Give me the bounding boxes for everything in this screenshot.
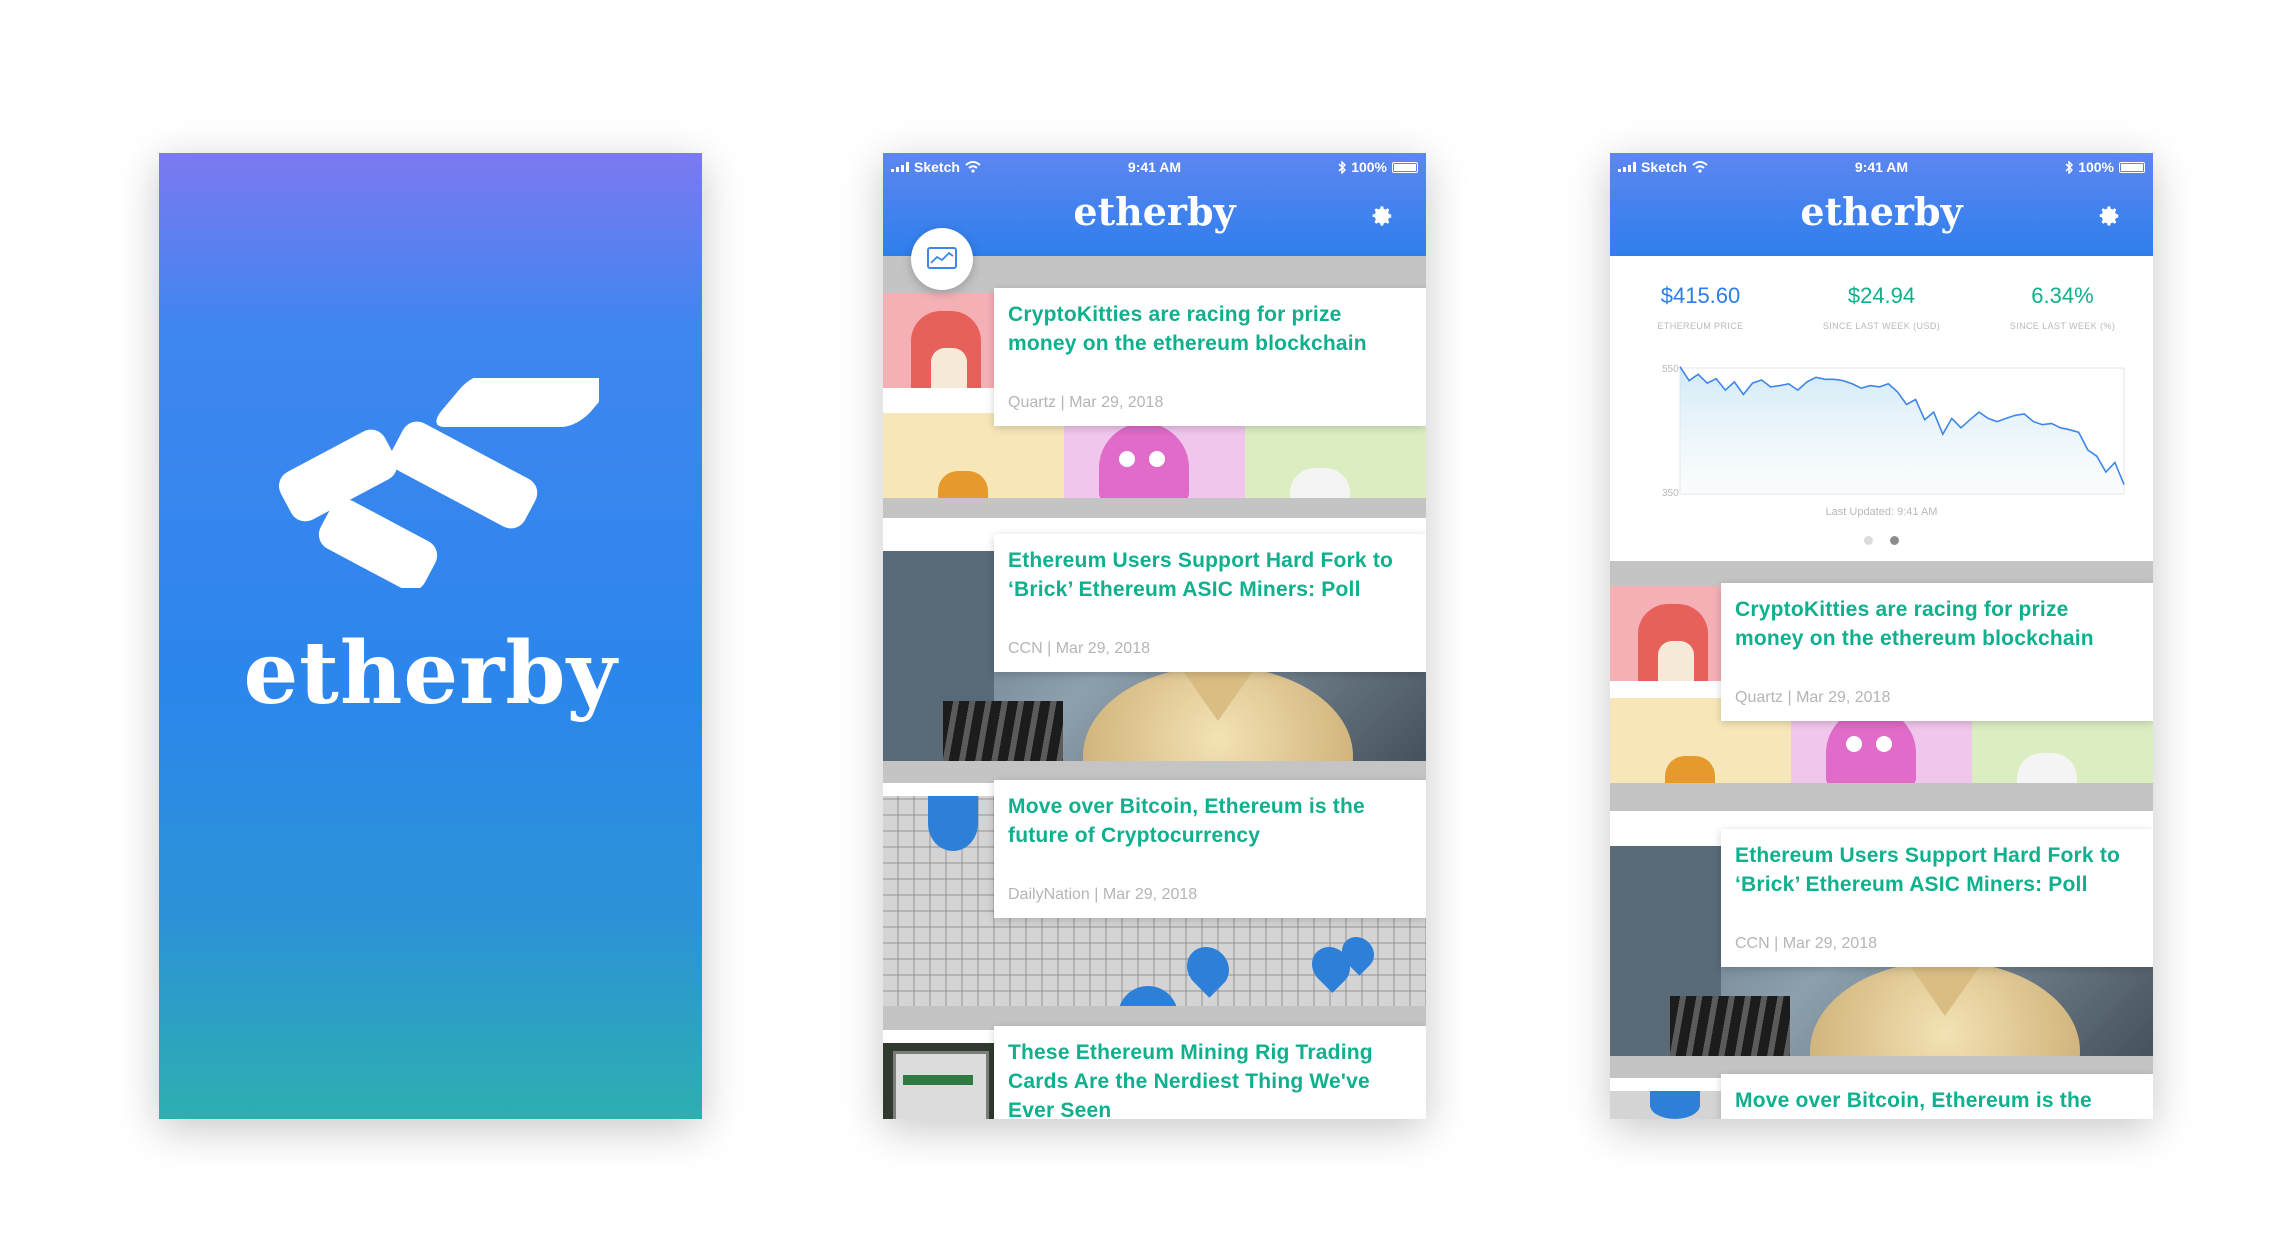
battery-percent: 100% bbox=[1351, 159, 1387, 175]
page-dot-active[interactable] bbox=[1890, 536, 1900, 545]
market-screen: $415.60 ETHEREUM PRICE $24.94 SINCE LAST… bbox=[1610, 153, 2153, 1119]
stat-value: $24.94 bbox=[1847, 283, 1916, 308]
article-card[interactable]: Move over Bitcoin, Ethereum is the futur… bbox=[994, 780, 1426, 918]
article-title[interactable]: Ethereum Users Support Hard Fork to ‘Bri… bbox=[1008, 546, 1396, 604]
etherby-logo-icon bbox=[278, 378, 599, 588]
kitty-image-red bbox=[883, 293, 994, 388]
page-dots bbox=[1610, 530, 2153, 549]
price-chart[interactable]: 550 350 bbox=[1650, 358, 2130, 498]
stat-change-usd: $24.94 SINCE LAST WEEK (USD) bbox=[1791, 283, 1972, 331]
article-meta: CCN | Mar 29, 2018 bbox=[1735, 935, 1877, 952]
market-content: $415.60 ETHEREUM PRICE $24.94 SINCE LAST… bbox=[1610, 153, 2153, 1119]
battery-percent: 100% bbox=[2078, 159, 2114, 175]
bluetooth-icon bbox=[2065, 160, 2074, 174]
stat-change-percent: 6.34% SINCE LAST WEEK (%) bbox=[1972, 283, 2153, 331]
article-meta: Quartz | Mar 29, 2018 bbox=[1735, 689, 1891, 706]
stat-label: ETHEREUM PRICE bbox=[1657, 321, 1744, 331]
y-tick-label: 550 bbox=[1662, 364, 1679, 375]
gear-icon[interactable] bbox=[2095, 203, 2121, 229]
last-updated: Last Updated: 9:41 AM bbox=[1825, 506, 1938, 518]
stat-value: $415.60 bbox=[1660, 283, 1741, 308]
article-title[interactable]: CryptoKitties are racing for prize money… bbox=[1735, 595, 2123, 653]
article-card[interactable]: Ethereum Users Support Hard Fork to ‘Bri… bbox=[994, 534, 1426, 672]
stat-label: SINCE LAST WEEK (%) bbox=[2009, 321, 2116, 331]
stat-eth-price: $415.60 ETHEREUM PRICE bbox=[1610, 283, 1791, 331]
stat-value: 6.34% bbox=[2031, 283, 2094, 308]
article-title[interactable]: Ethereum Users Support Hard Fork to ‘Bri… bbox=[1735, 841, 2123, 899]
feed-content: CryptoKitties are racing for prize money… bbox=[883, 153, 1426, 1119]
gear-icon[interactable] bbox=[1368, 203, 1394, 229]
chart-toggle-button[interactable] bbox=[911, 228, 973, 290]
article-card[interactable]: CryptoKitties are racing for prize money… bbox=[994, 288, 1426, 426]
chart-icon bbox=[927, 247, 957, 269]
article-meta: Quartz | Mar 29, 2018 bbox=[1008, 394, 1164, 411]
splash-screen: etherby bbox=[159, 153, 702, 1119]
article-card[interactable]: CryptoKitties are racing for prize money… bbox=[1721, 583, 2153, 721]
y-tick-label: 350 bbox=[1662, 488, 1679, 498]
article-title[interactable]: CryptoKitties are racing for prize money… bbox=[1008, 300, 1396, 358]
page-dot[interactable] bbox=[1863, 536, 1873, 545]
battery-icon bbox=[2119, 161, 2145, 173]
battery-icon bbox=[1392, 161, 1418, 173]
splash-brand-name: etherby bbox=[243, 623, 618, 724]
status-bar: Sketch 9:41 AM 100% bbox=[883, 153, 1426, 181]
nav-bar: Sketch 9:41 AM 100% etherby bbox=[1610, 153, 2153, 256]
article-title[interactable]: Move over Bitcoin, Ethereum is the futur… bbox=[1735, 1086, 2123, 1119]
article-card[interactable]: Ethereum Users Support Hard Fork to ‘Bri… bbox=[1721, 829, 2153, 967]
article-meta: DailyNation | Mar 29, 2018 bbox=[1008, 886, 1198, 903]
feed-screen: CryptoKitties are racing for prize money… bbox=[883, 153, 1426, 1119]
article-card[interactable]: Move over Bitcoin, Ethereum is the futur… bbox=[1721, 1074, 2153, 1119]
price-stats: $415.60 ETHEREUM PRICE $24.94 SINCE LAST… bbox=[1610, 283, 2153, 353]
article-title[interactable]: Move over Bitcoin, Ethereum is the futur… bbox=[1008, 792, 1396, 850]
kitty-image-red bbox=[1610, 586, 1721, 681]
article-title[interactable]: These Ethereum Mining Rig Trading Cards … bbox=[1008, 1038, 1396, 1119]
stat-label: SINCE LAST WEEK (USD) bbox=[1822, 321, 1941, 331]
status-bar: Sketch 9:41 AM 100% bbox=[1610, 153, 2153, 181]
article-meta: CCN | Mar 29, 2018 bbox=[1008, 640, 1150, 657]
article-card[interactable]: These Ethereum Mining Rig Trading Cards … bbox=[994, 1026, 1426, 1119]
bluetooth-icon bbox=[1338, 160, 1347, 174]
chart-area-fill bbox=[1680, 366, 2124, 494]
app-title: etherby bbox=[1800, 189, 1963, 234]
